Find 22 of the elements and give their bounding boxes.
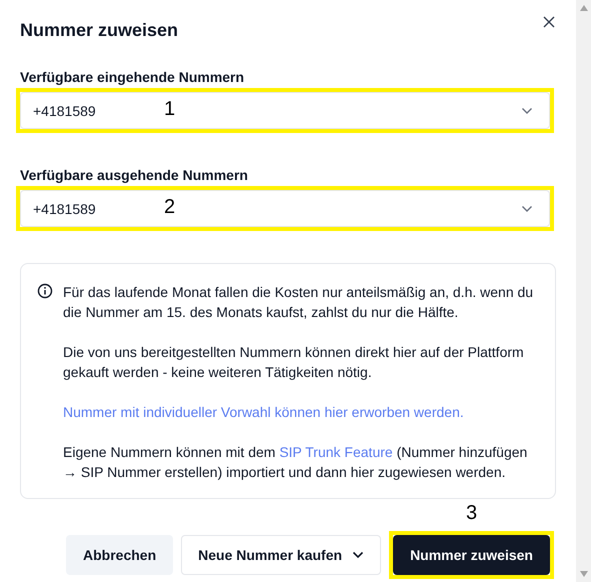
dropdown-button[interactable]: Neue Nummer kaufen — [181, 535, 382, 575]
annotation-number: 3 — [464, 502, 478, 525]
annotation-number: 1 — [164, 98, 176, 121]
close-icon[interactable] — [543, 16, 555, 28]
info-text: Für das laufende Monat fallen die Kosten nur anteilsmäßig an, d.h. wenn du die Nummer am 15. des Monats kaufst, zahlst du nur die Hälfte. — [63, 283, 534, 322]
scroll-down-icon[interactable] — [578, 570, 588, 578]
link[interactable]: Nummer mit individueller Vorwahl können hier erworben werden. — [63, 402, 539, 422]
chevron-down-icon — [521, 204, 533, 212]
scrollbar[interactable] — [576, 0, 591, 582]
info-text: Eigene Nummern können mit dem SIP Trunk Feature (Nummer hinzufügen → SIP Nummer erstellen) importiert und dann hier zugewiesen werden. — [63, 443, 528, 482]
assign-button[interactable]: Nummer zuweisen — [393, 535, 550, 575]
chevron-down-icon — [352, 551, 364, 559]
cancel-button[interactable]: Abbrechen — [66, 535, 174, 575]
chevron-down-icon — [521, 106, 533, 114]
dialog-title: Nummer zuweisen — [20, 20, 178, 41]
info-icon — [37, 283, 53, 299]
link[interactable]: SIP Trunk Feature — [279, 444, 393, 460]
scroll-up-icon[interactable] — [578, 4, 588, 12]
field-label: Verfügbare eingehende Nummern — [20, 69, 246, 85]
info-text: Die von uns bereitgestellten Nummern können direkt hier auf der Plattform gekauft werden - keine weiteren Tätigkeiten nötig. — [63, 343, 525, 382]
field-label: Verfügbare ausgehende Nummern — [20, 167, 249, 183]
annotation-number: 2 — [164, 196, 176, 219]
